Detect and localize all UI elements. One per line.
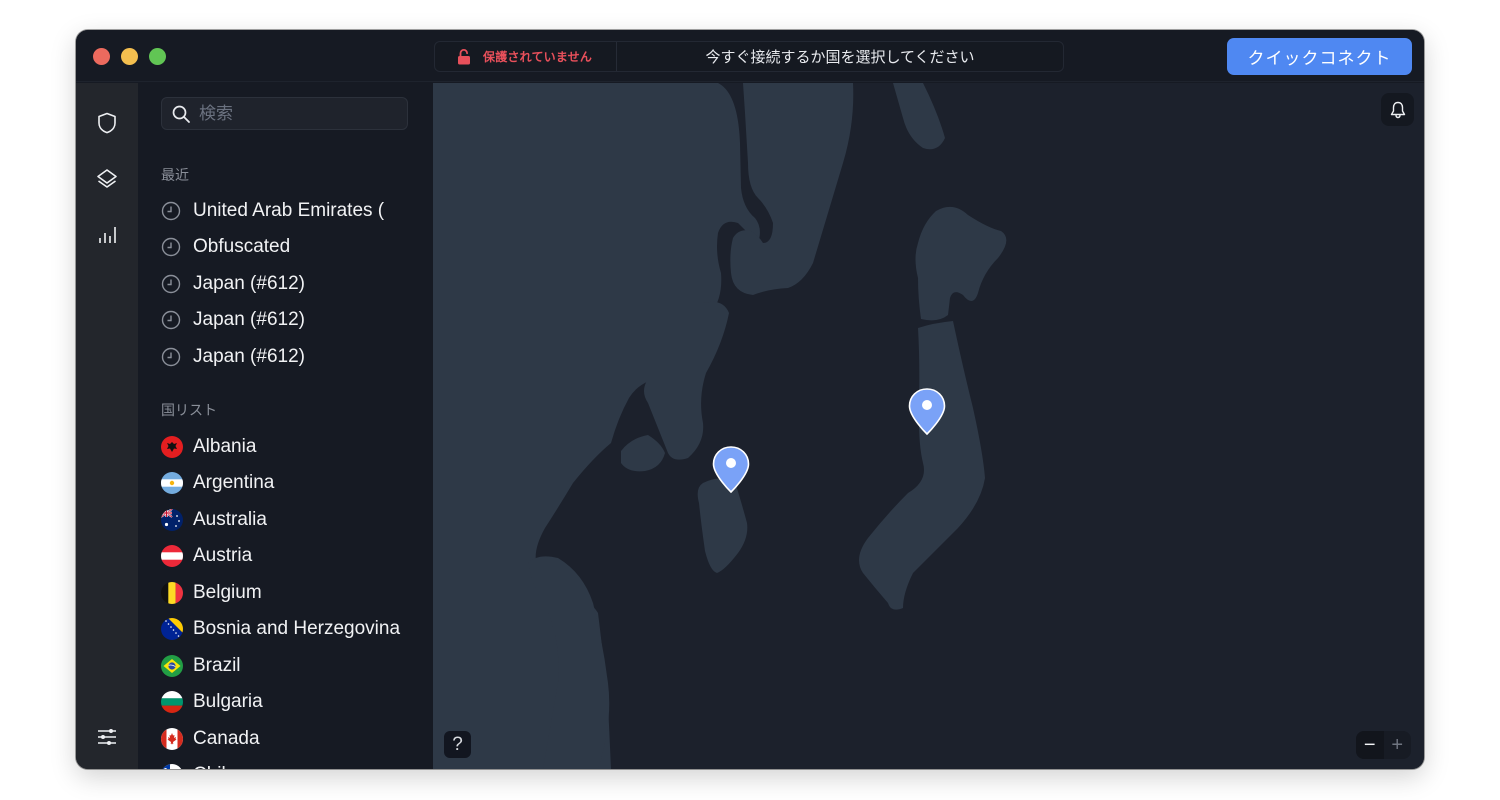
country-label: Canada <box>193 728 260 749</box>
clock-icon <box>161 237 181 257</box>
clock-icon <box>161 274 181 294</box>
quick-connect-button[interactable]: クイックコネクト <box>1227 38 1412 75</box>
belgium-flag-icon <box>161 582 183 604</box>
bulgaria-flag-icon <box>161 691 183 713</box>
server-pin-1[interactable] <box>711 445 751 495</box>
country-label: Belgium <box>193 582 262 603</box>
argentina-flag-icon <box>161 472 183 494</box>
rail-item-specialty-servers[interactable] <box>93 165 121 193</box>
layers-icon <box>97 169 117 188</box>
recent-item[interactable]: Obfuscated <box>161 232 426 262</box>
protection-status-label: 保護されていません <box>483 50 593 64</box>
unlocked-padlock-icon <box>458 48 470 64</box>
window-minimize-button[interactable] <box>121 48 138 65</box>
connect-prompt: 今すぐ接続するか国を選択してください <box>705 49 975 66</box>
recent-item[interactable]: Japan (#612) <box>161 269 426 299</box>
recent-item[interactable]: Japan (#612) <box>161 305 426 335</box>
notifications-button[interactable] <box>1381 93 1414 126</box>
search-box <box>161 97 408 130</box>
country-label: Albania <box>193 436 257 457</box>
clock-icon <box>161 201 181 221</box>
recent-item[interactable]: United Arab Emirates ( <box>161 196 426 226</box>
australia-flag-icon <box>161 509 183 531</box>
help-button[interactable]: ? <box>444 731 471 758</box>
austria-flag-icon <box>161 545 183 567</box>
country-item-canada[interactable]: Canada <box>161 724 426 754</box>
country-item-austria[interactable]: Austria <box>161 541 426 571</box>
country-label: Brazil <box>193 655 241 676</box>
protection-status: 保護されていません <box>435 42 617 71</box>
country-item-belgium[interactable]: Belgium <box>161 578 426 608</box>
search-input[interactable] <box>199 103 399 124</box>
country-label: Bosnia and Herzegovina <box>193 618 401 639</box>
recent-section-title: 最近 <box>161 167 189 183</box>
search-icon <box>172 105 190 123</box>
recent-item-label: Japan (#612) <box>193 346 305 367</box>
zoom-out-button[interactable]: − <box>1356 731 1384 759</box>
clock-icon <box>161 347 181 367</box>
country-item-australia[interactable]: Australia <box>161 505 426 535</box>
zoom-in-button[interactable]: + <box>1384 731 1412 759</box>
window-maximize-button[interactable] <box>149 48 166 65</box>
rail-item-vpn[interactable] <box>93 109 121 137</box>
brazil-flag-icon <box>161 655 183 677</box>
recent-item-label: United Arab Emirates ( <box>193 200 385 221</box>
title-bar: 保護されていません 今すぐ接続するか国を選択してください クイックコネクト <box>76 30 1424 82</box>
recent-item-label: Japan (#612) <box>193 273 305 294</box>
country-item-bosnia-and-herzegovina[interactable]: Bosnia and Herzegovina <box>161 614 426 644</box>
world-map[interactable]: ? − + <box>433 83 1424 769</box>
country-item-albania[interactable]: Albania <box>161 432 426 462</box>
connection-status-bar: 保護されていません 今すぐ接続するか国を選択してください <box>434 41 1064 72</box>
country-list-title: 国リスト <box>161 402 217 418</box>
nav-rail <box>76 83 138 769</box>
bosnia-flag-icon <box>161 618 183 640</box>
country-label: Australia <box>193 509 267 530</box>
window-close-button[interactable] <box>93 48 110 65</box>
country-label: Chile <box>193 764 236 769</box>
server-pin-2[interactable] <box>907 387 947 437</box>
recent-item-label: Obfuscated <box>193 236 291 257</box>
albania-flag-icon <box>161 436 183 458</box>
recent-item-label: Japan (#612) <box>193 309 305 330</box>
country-item-argentina[interactable]: Argentina <box>161 468 426 498</box>
map-zoom-controls: − + <box>1356 731 1411 759</box>
country-label: Bulgaria <box>193 691 263 712</box>
sliders-icon <box>98 729 116 745</box>
rail-item-statistics[interactable] <box>93 221 121 249</box>
country-label: Argentina <box>193 472 275 493</box>
recent-item[interactable]: Japan (#612) <box>161 342 426 372</box>
country-item-brazil[interactable]: Brazil <box>161 651 426 681</box>
canada-flag-icon <box>161 728 183 750</box>
chile-flag-icon <box>161 764 183 769</box>
shield-icon <box>98 112 116 134</box>
bell-icon <box>1390 101 1405 118</box>
clock-icon <box>161 310 181 330</box>
rail-item-settings[interactable] <box>93 723 121 751</box>
server-sidebar: 最近 United Arab Emirates ( Obfuscated Jap… <box>138 83 433 769</box>
app-window: 保護されていません 今すぐ接続するか国を選択してください クイックコネクト 検索… <box>76 30 1424 769</box>
country-item-chile[interactable]: Chile <box>161 760 426 769</box>
bar-chart-icon <box>99 227 116 243</box>
country-item-bulgaria[interactable]: Bulgaria <box>161 687 426 717</box>
country-label: Austria <box>193 545 253 566</box>
